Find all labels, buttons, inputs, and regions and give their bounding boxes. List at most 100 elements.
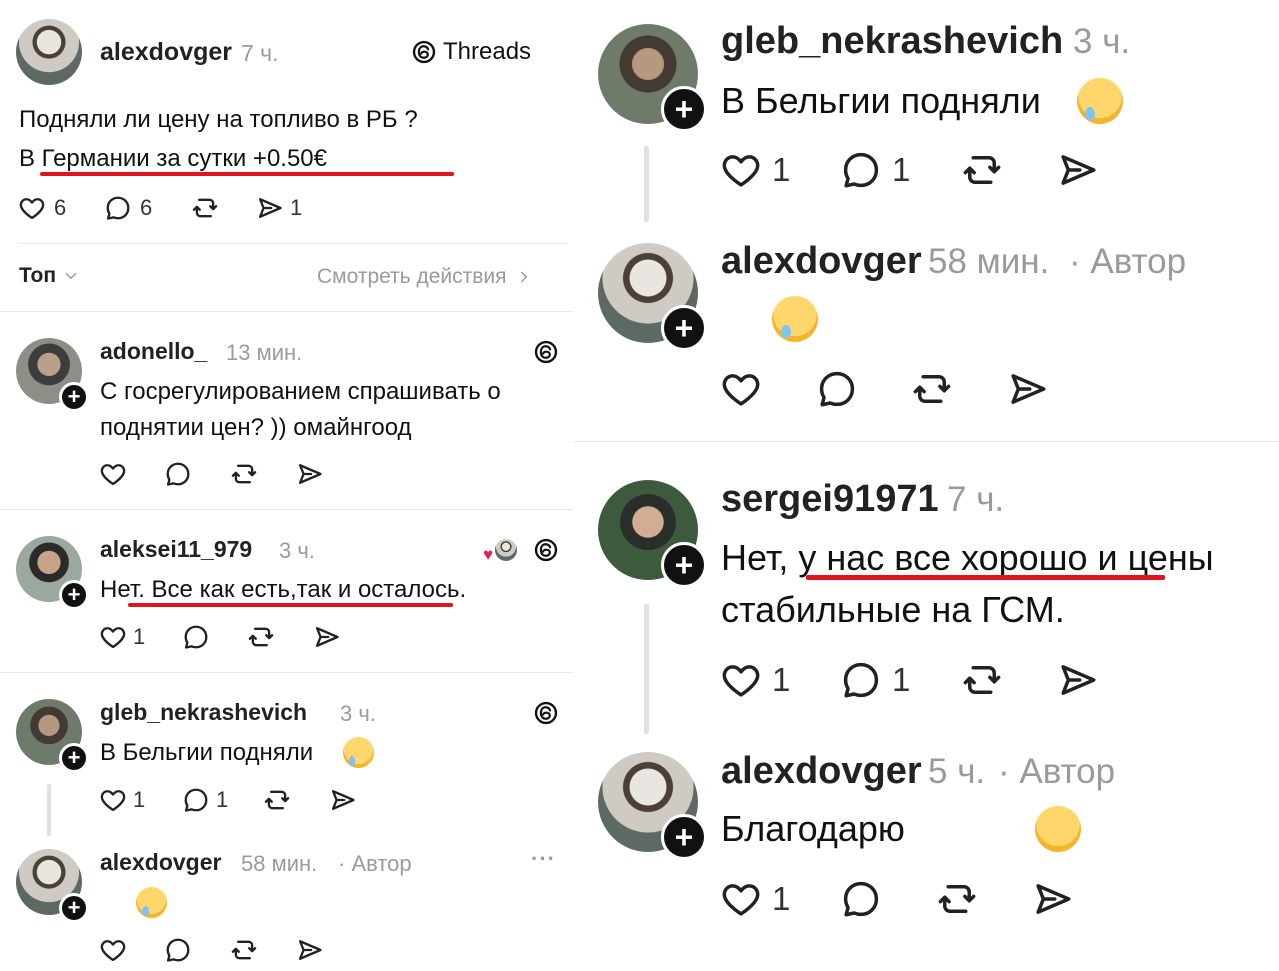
share-button[interactable]: [1007, 368, 1049, 410]
repost-icon: [910, 368, 954, 410]
like-button[interactable]: 1: [99, 623, 145, 651]
comment-text-line2: стабильные на ГСМ.: [721, 589, 1065, 630]
comment-text: В Бельгии подняли: [100, 739, 314, 766]
threads-icon[interactable]: [533, 339, 559, 365]
reply-button[interactable]: [816, 368, 858, 410]
share-button[interactable]: [329, 786, 357, 814]
follow-button[interactable]: +: [59, 580, 89, 610]
send-icon: [256, 194, 284, 222]
follow-button[interactable]: +: [661, 305, 707, 351]
like-count: 1: [772, 661, 791, 698]
repost-icon: [960, 659, 1004, 701]
share-button[interactable]: [296, 936, 324, 964]
send-icon: [296, 936, 324, 964]
repost-button[interactable]: [262, 786, 292, 814]
thread-line: [644, 604, 649, 734]
repost-button[interactable]: [935, 878, 979, 920]
heart-icon: [99, 786, 127, 814]
share-button[interactable]: [296, 460, 324, 488]
threads-icon[interactable]: [533, 700, 559, 726]
repost-icon: [262, 786, 292, 814]
repost-button[interactable]: [229, 936, 259, 964]
like-button[interactable]: 1: [720, 659, 790, 701]
comment-text: В Бельгии подняли: [721, 80, 1041, 121]
reply-button[interactable]: [182, 623, 210, 651]
comment-username[interactable]: aleksei11_979: [100, 536, 252, 563]
view-activity-link[interactable]: Смотреть действия: [317, 265, 533, 289]
threads-icon[interactable]: [533, 537, 559, 563]
underline-mark: [128, 603, 453, 607]
like-button[interactable]: [99, 460, 127, 488]
thread-line: [644, 146, 649, 222]
comment-username[interactable]: gleb_nekrashevich: [721, 20, 1063, 63]
reply-button[interactable]: [164, 460, 192, 488]
crying-face-emoji: [343, 737, 374, 768]
repost-icon: [229, 936, 259, 964]
share-button[interactable]: 1: [256, 194, 302, 222]
heart-icon: [99, 936, 127, 964]
repost-icon: [190, 194, 220, 222]
follow-button[interactable]: +: [661, 542, 707, 588]
divider: [0, 311, 573, 312]
share-button[interactable]: [1032, 878, 1074, 920]
like-button[interactable]: [99, 936, 127, 964]
follow-button[interactable]: +: [661, 814, 707, 860]
divider: [573, 441, 1279, 442]
share-count: 1: [290, 195, 303, 220]
reply-count: 1: [892, 151, 911, 188]
post-username[interactable]: alexdovger: [100, 38, 232, 67]
comment-time: 5 ч.: [928, 752, 986, 791]
repost-button[interactable]: [960, 149, 1004, 191]
comment-username[interactable]: sergei91971: [721, 478, 939, 521]
send-icon: [1057, 149, 1099, 191]
like-button[interactable]: 1: [720, 878, 790, 920]
reply-button[interactable]: [164, 936, 192, 964]
send-icon: [1007, 368, 1049, 410]
reply-button[interactable]: 1: [840, 149, 910, 191]
comment-username[interactable]: alexdovger: [721, 240, 922, 283]
threads-badge[interactable]: Threads: [411, 38, 531, 66]
thread-line: [47, 784, 51, 836]
send-icon: [313, 623, 341, 651]
comment-username[interactable]: gleb_nekrashevich: [100, 699, 307, 726]
follow-button[interactable]: +: [59, 382, 89, 412]
share-button[interactable]: [1057, 149, 1099, 191]
like-button[interactable]: [720, 368, 762, 410]
reply-icon: [182, 623, 210, 651]
share-button[interactable]: [313, 623, 341, 651]
reply-button[interactable]: [840, 878, 882, 920]
reply-count: 6: [140, 195, 153, 220]
follow-button[interactable]: +: [59, 743, 89, 773]
reply-button[interactable]: 1: [182, 786, 228, 814]
repost-icon: [229, 460, 259, 488]
like-button[interactable]: 1: [720, 149, 790, 191]
repost-button[interactable]: [190, 194, 220, 222]
reply-button[interactable]: 6: [104, 194, 152, 222]
comment-time: 7 ч.: [947, 480, 1005, 519]
underline-mark: [40, 172, 454, 176]
more-options-button[interactable]: ···: [531, 846, 556, 872]
avatar[interactable]: [16, 19, 82, 85]
sort-dropdown[interactable]: Топ: [19, 264, 80, 288]
share-button[interactable]: [1057, 659, 1099, 701]
heart-icon: [99, 623, 127, 651]
repost-button[interactable]: [246, 623, 276, 651]
like-button[interactable]: 6: [18, 194, 66, 222]
reply-button[interactable]: 1: [840, 659, 910, 701]
avatar: [495, 539, 517, 561]
repost-button[interactable]: [910, 368, 954, 410]
crying-face-emoji: [772, 296, 819, 342]
repost-button[interactable]: [229, 460, 259, 488]
liked-by-author-indicator: ♥: [483, 539, 519, 564]
reply-icon: [816, 368, 858, 410]
author-label: · Автор: [1069, 242, 1187, 281]
comment-text: Нет. Все как есть,так и осталось.: [100, 576, 467, 603]
comment-username[interactable]: alexdovger: [721, 750, 922, 793]
comment-username[interactable]: adonello_: [100, 338, 207, 365]
like-button[interactable]: 1: [99, 786, 145, 814]
text-segment-highlighted: у нас все хорошо и: [798, 537, 1118, 578]
repost-button[interactable]: [960, 659, 1004, 701]
comment-username[interactable]: alexdovger: [100, 849, 221, 876]
follow-button[interactable]: +: [59, 893, 89, 923]
follow-button[interactable]: +: [661, 86, 707, 132]
